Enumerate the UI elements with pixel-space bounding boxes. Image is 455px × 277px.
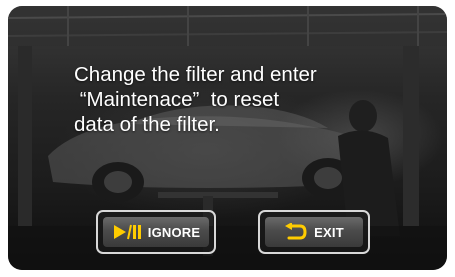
- message-line-3: data of the filter.: [74, 113, 220, 136]
- exit-button-face[interactable]: EXIT: [265, 217, 363, 247]
- message-line-1: Change the filter and enter: [74, 63, 317, 86]
- message-line-2: “Maintenace” to reset: [74, 88, 280, 111]
- play-pause-icon: [112, 224, 142, 240]
- exit-button[interactable]: EXIT: [258, 210, 370, 254]
- return-arrow-icon: [284, 223, 308, 241]
- ignore-button-label: IGNORE: [147, 224, 201, 240]
- filter-reset-message: Change the filter and enter “Maintenace”…: [74, 62, 414, 137]
- ignore-button-face[interactable]: IGNORE: [103, 217, 209, 247]
- car-garage-background: [8, 6, 447, 270]
- ignore-button[interactable]: IGNORE: [96, 210, 216, 254]
- exit-button-label: EXIT: [314, 224, 344, 240]
- dialog-screen: Change the filter and enter “Maintenace”…: [8, 6, 447, 270]
